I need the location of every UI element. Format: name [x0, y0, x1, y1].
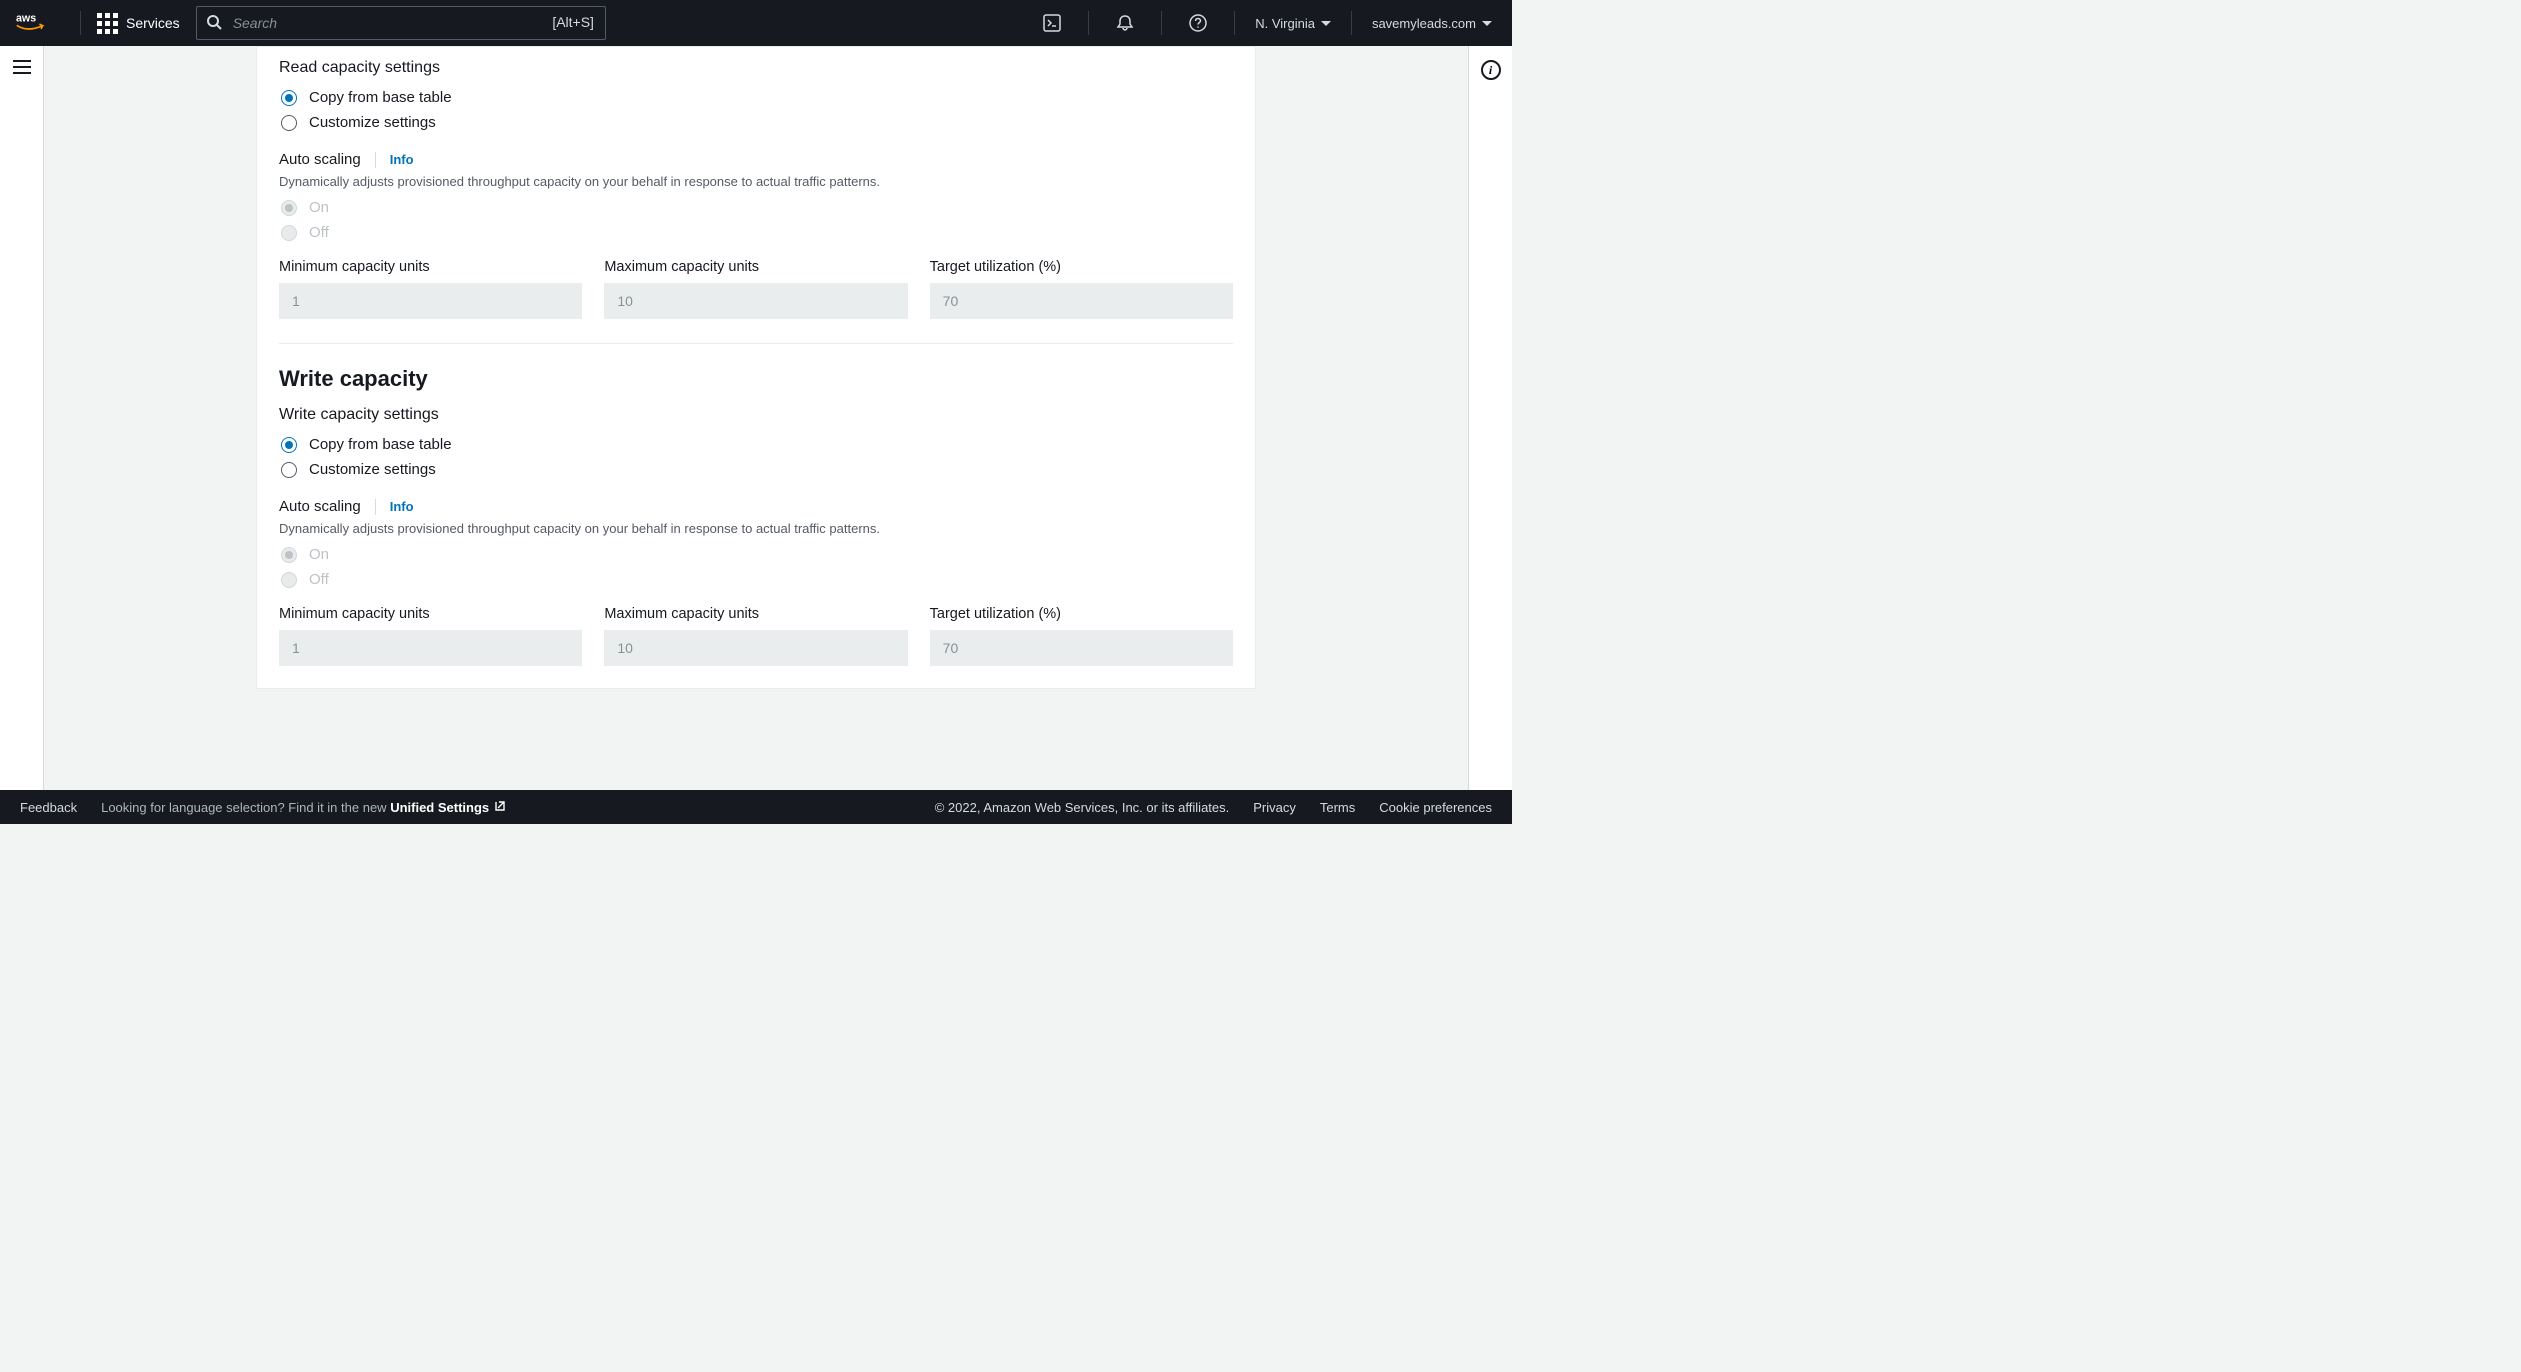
input-label: Target utilization (%) — [930, 259, 1233, 275]
external-link-icon — [493, 800, 505, 815]
radio-icon — [281, 547, 297, 563]
radio-label: Off — [309, 571, 329, 588]
radio-label: Off — [309, 224, 329, 241]
terms-link[interactable]: Terms — [1320, 800, 1355, 815]
write-min-input: 1 — [279, 630, 582, 666]
right-panel-toggle: i — [1468, 46, 1512, 790]
read-min-input: 1 — [279, 283, 582, 319]
cloudshell-button[interactable] — [1032, 3, 1072, 43]
aws-logo[interactable]: aws — [16, 11, 56, 35]
write-min-group: Minimum capacity units 1 — [279, 606, 582, 666]
info-link[interactable]: Info — [390, 499, 414, 514]
divider — [375, 152, 376, 168]
divider — [375, 499, 376, 515]
nav-divider — [1351, 11, 1352, 35]
region-label: N. Virginia — [1255, 16, 1315, 31]
input-label: Maximum capacity units — [604, 259, 907, 275]
write-max-group: Maximum capacity units 10 — [604, 606, 907, 666]
write-autoscaling-on: On — [279, 546, 1233, 563]
services-grid-icon — [97, 13, 118, 34]
region-selector[interactable]: N. Virginia — [1251, 16, 1335, 31]
account-label: savemyleads.com — [1372, 16, 1476, 31]
info-link[interactable]: Info — [390, 152, 414, 167]
account-selector[interactable]: savemyleads.com — [1368, 16, 1496, 31]
write-target-group: Target utilization (%) 70 — [930, 606, 1233, 666]
language-selection-msg: Looking for language selection? Find it … — [101, 800, 505, 815]
radio-icon — [281, 115, 297, 131]
read-autoscaling-header: Auto scaling Info — [279, 151, 1233, 168]
top-nav: aws Services [Alt+S] N. Virginia savemyl… — [0, 0, 1512, 46]
write-max-input: 10 — [604, 630, 907, 666]
read-autoscaling-off: Off — [279, 224, 1233, 241]
radio-label: On — [309, 199, 329, 216]
radio-label: On — [309, 546, 329, 563]
left-panel-toggle — [0, 46, 44, 790]
radio-label: Customize settings — [309, 114, 436, 131]
section-divider — [279, 343, 1233, 344]
privacy-link[interactable]: Privacy — [1253, 800, 1296, 815]
write-capacity-settings-label: Write capacity settings — [279, 406, 1233, 424]
autoscaling-description: Dynamically adjusts provisioned throughp… — [279, 521, 1233, 536]
help-button[interactable] — [1178, 3, 1218, 43]
search-shortcut-label: [Alt+S] — [552, 14, 594, 30]
menu-icon[interactable] — [13, 60, 31, 74]
input-label: Minimum capacity units — [279, 606, 582, 622]
unified-settings-link[interactable]: Unified Settings — [390, 800, 505, 815]
footer: Feedback Looking for language selection?… — [0, 790, 1512, 824]
services-button[interactable]: Services — [97, 13, 180, 34]
write-inputs: Minimum capacity units 1 Maximum capacit… — [279, 606, 1233, 666]
read-customize-option[interactable]: Customize settings — [279, 114, 1233, 131]
write-autoscaling-off: Off — [279, 571, 1233, 588]
write-copy-option[interactable]: Copy from base table — [279, 436, 1233, 453]
search-container: [Alt+S] — [196, 6, 606, 40]
radio-icon — [281, 572, 297, 588]
layout: Read capacity settings Copy from base ta… — [0, 46, 1512, 790]
write-customize-option[interactable]: Customize settings — [279, 461, 1233, 478]
write-autoscaling-header: Auto scaling Info — [279, 498, 1233, 515]
capacity-panel: Read capacity settings Copy from base ta… — [256, 46, 1256, 689]
read-capacity-settings-label: Read capacity settings — [279, 59, 1233, 77]
write-target-input: 70 — [930, 630, 1233, 666]
read-max-input: 10 — [604, 283, 907, 319]
radio-icon — [281, 90, 297, 106]
services-label: Services — [126, 15, 180, 31]
read-target-input: 70 — [930, 283, 1233, 319]
notifications-button[interactable] — [1105, 3, 1145, 43]
autoscaling-label: Auto scaling — [279, 151, 361, 168]
lang-prefix: Looking for language selection? Find it … — [101, 800, 390, 815]
radio-icon — [281, 200, 297, 216]
read-max-group: Maximum capacity units 10 — [604, 259, 907, 319]
nav-divider — [1161, 11, 1162, 35]
radio-icon — [281, 225, 297, 241]
radio-label: Copy from base table — [309, 89, 452, 106]
input-label: Minimum capacity units — [279, 259, 582, 275]
radio-icon — [281, 437, 297, 453]
read-min-group: Minimum capacity units 1 — [279, 259, 582, 319]
read-target-group: Target utilization (%) 70 — [930, 259, 1233, 319]
chevron-down-icon — [1482, 21, 1492, 26]
main-content: Read capacity settings Copy from base ta… — [44, 46, 1468, 790]
nav-divider — [1234, 11, 1235, 35]
nav-divider — [80, 11, 81, 35]
search-input[interactable] — [196, 6, 606, 40]
read-inputs: Minimum capacity units 1 Maximum capacit… — [279, 259, 1233, 319]
input-label: Maximum capacity units — [604, 606, 907, 622]
input-label: Target utilization (%) — [930, 606, 1233, 622]
search-icon — [206, 14, 222, 30]
cookie-preferences-link[interactable]: Cookie preferences — [1379, 800, 1492, 815]
copyright: © 2022, Amazon Web Services, Inc. or its… — [935, 800, 1230, 815]
read-autoscaling-on: On — [279, 199, 1233, 216]
radio-icon — [281, 462, 297, 478]
read-copy-option[interactable]: Copy from base table — [279, 89, 1233, 106]
svg-text:aws: aws — [16, 13, 36, 25]
radio-label: Copy from base table — [309, 436, 452, 453]
radio-label: Customize settings — [309, 461, 436, 478]
autoscaling-description: Dynamically adjusts provisioned throughp… — [279, 174, 1233, 189]
chevron-down-icon — [1321, 21, 1331, 26]
info-icon[interactable]: i — [1481, 60, 1501, 80]
autoscaling-label: Auto scaling — [279, 498, 361, 515]
nav-divider — [1088, 11, 1089, 35]
feedback-link[interactable]: Feedback — [20, 800, 77, 815]
write-capacity-title: Write capacity — [279, 366, 1233, 392]
